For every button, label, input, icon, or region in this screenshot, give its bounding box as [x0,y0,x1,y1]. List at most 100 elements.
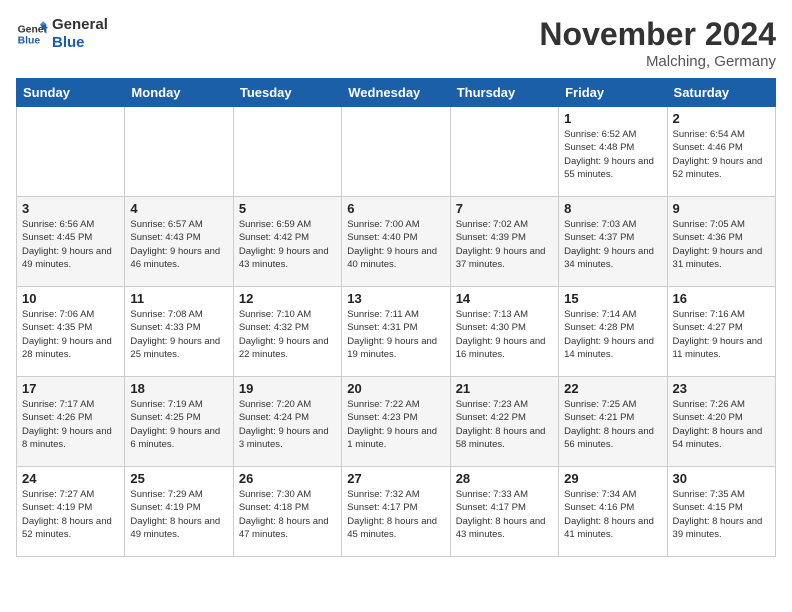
day-number: 13 [347,291,444,306]
day-info: Sunrise: 7:16 AM Sunset: 4:27 PM Dayligh… [673,308,770,361]
day-number: 20 [347,381,444,396]
day-info: Sunrise: 7:17 AM Sunset: 4:26 PM Dayligh… [22,398,119,451]
day-info: Sunrise: 7:27 AM Sunset: 4:19 PM Dayligh… [22,488,119,541]
calendar-cell: 9 Sunrise: 7:05 AM Sunset: 4:36 PM Daylig… [667,197,775,287]
day-number: 27 [347,471,444,486]
day-number: 18 [130,381,227,396]
title-area: November 2024 Malching, Germany [539,16,776,70]
day-number: 2 [673,111,770,126]
calendar-cell: 28Sunrise: 7:33 AM Sunset: 4:17 PM Dayli… [450,467,558,557]
day-number: 8 [564,201,661,216]
calendar-cell [125,107,233,197]
day-info: Sunrise: 6:59 AM Sunset: 4:42 PM Dayligh… [239,218,336,271]
weekday-header-row: SundayMondayTuesdayWednesdayThursdayFrid… [17,79,776,107]
day-info: Sunrise: 7:35 AM Sunset: 4:15 PM Dayligh… [673,488,770,541]
calendar-cell: 30 Sunrise: 7:35 AM Sunset: 4:15 PM Dayli… [667,467,775,557]
calendar-cell: 17 Sunrise: 7:17 AM Sunset: 4:26 PM Dayli… [17,377,125,467]
day-info: Sunrise: 7:20 AM Sunset: 4:24 PM Dayligh… [239,398,336,451]
calendar-cell: 29 Sunrise: 7:34 AM Sunset: 4:16 PM Dayli… [559,467,667,557]
calendar-table: SundayMondayTuesdayWednesdayThursdayFrid… [16,78,776,557]
day-number: 16 [673,291,770,306]
day-info: Sunrise: 7:29 AM Sunset: 4:19 PM Dayligh… [130,488,227,541]
logo-text-line2: Blue [52,34,108,52]
day-info: Sunrise: 7:02 AM Sunset: 4:39 PM Dayligh… [456,218,553,271]
day-number: 10 [22,291,119,306]
location: Malching, Germany [539,53,776,70]
day-info: Sunrise: 7:23 AM Sunset: 4:22 PM Dayligh… [456,398,553,451]
calendar-cell: 21 Sunrise: 7:23 AM Sunset: 4:22 PM Dayli… [450,377,558,467]
calendar-cell: 22 Sunrise: 7:25 AM Sunset: 4:21 PM Dayli… [559,377,667,467]
day-number: 4 [130,201,227,216]
day-info: Sunrise: 7:22 AM Sunset: 4:23 PM Dayligh… [347,398,444,451]
calendar-cell: 23 Sunrise: 7:26 AM Sunset: 4:20 PM Dayli… [667,377,775,467]
day-info: Sunrise: 7:10 AM Sunset: 4:32 PM Dayligh… [239,308,336,361]
logo: General Blue General Blue [16,16,108,52]
day-info: Sunrise: 7:08 AM Sunset: 4:33 PM Dayligh… [130,308,227,361]
day-info: Sunrise: 6:57 AM Sunset: 4:43 PM Dayligh… [130,218,227,271]
day-number: 22 [564,381,661,396]
day-number: 3 [22,201,119,216]
day-info: Sunrise: 7:32 AM Sunset: 4:17 PM Dayligh… [347,488,444,541]
day-number: 14 [456,291,553,306]
day-number: 15 [564,291,661,306]
day-info: Sunrise: 7:34 AM Sunset: 4:16 PM Dayligh… [564,488,661,541]
day-number: 12 [239,291,336,306]
calendar-cell: 11 Sunrise: 7:08 AM Sunset: 4:33 PM Dayli… [125,287,233,377]
day-number: 9 [673,201,770,216]
day-number: 19 [239,381,336,396]
day-info: Sunrise: 6:52 AM Sunset: 4:48 PM Dayligh… [564,128,661,181]
calendar-cell: 19 Sunrise: 7:20 AM Sunset: 4:24 PM Dayli… [233,377,341,467]
calendar-cell: 12 Sunrise: 7:10 AM Sunset: 4:32 PM Dayli… [233,287,341,377]
day-info: Sunrise: 7:19 AM Sunset: 4:25 PM Dayligh… [130,398,227,451]
calendar-cell: 7 Sunrise: 7:02 AM Sunset: 4:39 PM Daylig… [450,197,558,287]
weekday-header-friday: Friday [559,79,667,107]
weekday-header-wednesday: Wednesday [342,79,450,107]
day-number: 30 [673,471,770,486]
calendar-cell: 13 Sunrise: 7:11 AM Sunset: 4:31 PM Dayli… [342,287,450,377]
day-number: 29 [564,471,661,486]
calendar-cell: 25 Sunrise: 7:29 AM Sunset: 4:19 PM Dayli… [125,467,233,557]
weekday-header-tuesday: Tuesday [233,79,341,107]
calendar-cell: 14 Sunrise: 7:13 AM Sunset: 4:30 PM Dayli… [450,287,558,377]
day-number: 26 [239,471,336,486]
day-info: Sunrise: 7:05 AM Sunset: 4:36 PM Dayligh… [673,218,770,271]
calendar-week-1: 1Sunrise: 6:52 AM Sunset: 4:48 PM Daylig… [17,107,776,197]
calendar-cell: 16 Sunrise: 7:16 AM Sunset: 4:27 PM Dayli… [667,287,775,377]
calendar-cell: 26 Sunrise: 7:30 AM Sunset: 4:18 PM Dayli… [233,467,341,557]
day-number: 5 [239,201,336,216]
calendar-cell: 18 Sunrise: 7:19 AM Sunset: 4:25 PM Dayli… [125,377,233,467]
day-number: 25 [130,471,227,486]
month-title: November 2024 [539,16,776,53]
day-number: 7 [456,201,553,216]
calendar-cell: 3Sunrise: 6:56 AM Sunset: 4:45 PM Daylig… [17,197,125,287]
calendar-cell: 4 Sunrise: 6:57 AM Sunset: 4:43 PM Daylig… [125,197,233,287]
day-info: Sunrise: 7:30 AM Sunset: 4:18 PM Dayligh… [239,488,336,541]
day-number: 6 [347,201,444,216]
calendar-cell: 5 Sunrise: 6:59 AM Sunset: 4:42 PM Daylig… [233,197,341,287]
weekday-header-saturday: Saturday [667,79,775,107]
day-info: Sunrise: 7:25 AM Sunset: 4:21 PM Dayligh… [564,398,661,451]
calendar-week-2: 3Sunrise: 6:56 AM Sunset: 4:45 PM Daylig… [17,197,776,287]
day-number: 24 [22,471,119,486]
calendar-cell [450,107,558,197]
calendar-week-4: 17 Sunrise: 7:17 AM Sunset: 4:26 PM Dayli… [17,377,776,467]
day-info: Sunrise: 7:00 AM Sunset: 4:40 PM Dayligh… [347,218,444,271]
day-info: Sunrise: 7:06 AM Sunset: 4:35 PM Dayligh… [22,308,119,361]
calendar-cell: 15Sunrise: 7:14 AM Sunset: 4:28 PM Dayli… [559,287,667,377]
calendar-week-3: 10 Sunrise: 7:06 AM Sunset: 4:35 PM Dayli… [17,287,776,377]
day-info: Sunrise: 7:33 AM Sunset: 4:17 PM Dayligh… [456,488,553,541]
day-number: 11 [130,291,227,306]
day-info: Sunrise: 7:03 AM Sunset: 4:37 PM Dayligh… [564,218,661,271]
day-number: 17 [22,381,119,396]
day-info: Sunrise: 6:54 AM Sunset: 4:46 PM Dayligh… [673,128,770,181]
day-info: Sunrise: 7:13 AM Sunset: 4:30 PM Dayligh… [456,308,553,361]
calendar-week-5: 24 Sunrise: 7:27 AM Sunset: 4:19 PM Dayli… [17,467,776,557]
day-number: 21 [456,381,553,396]
day-number: 23 [673,381,770,396]
calendar-cell: 20 Sunrise: 7:22 AM Sunset: 4:23 PM Dayli… [342,377,450,467]
day-info: Sunrise: 7:26 AM Sunset: 4:20 PM Dayligh… [673,398,770,451]
calendar-cell: 27 Sunrise: 7:32 AM Sunset: 4:17 PM Dayli… [342,467,450,557]
calendar-cell: 6 Sunrise: 7:00 AM Sunset: 4:40 PM Daylig… [342,197,450,287]
day-info: Sunrise: 7:11 AM Sunset: 4:31 PM Dayligh… [347,308,444,361]
calendar-cell [342,107,450,197]
